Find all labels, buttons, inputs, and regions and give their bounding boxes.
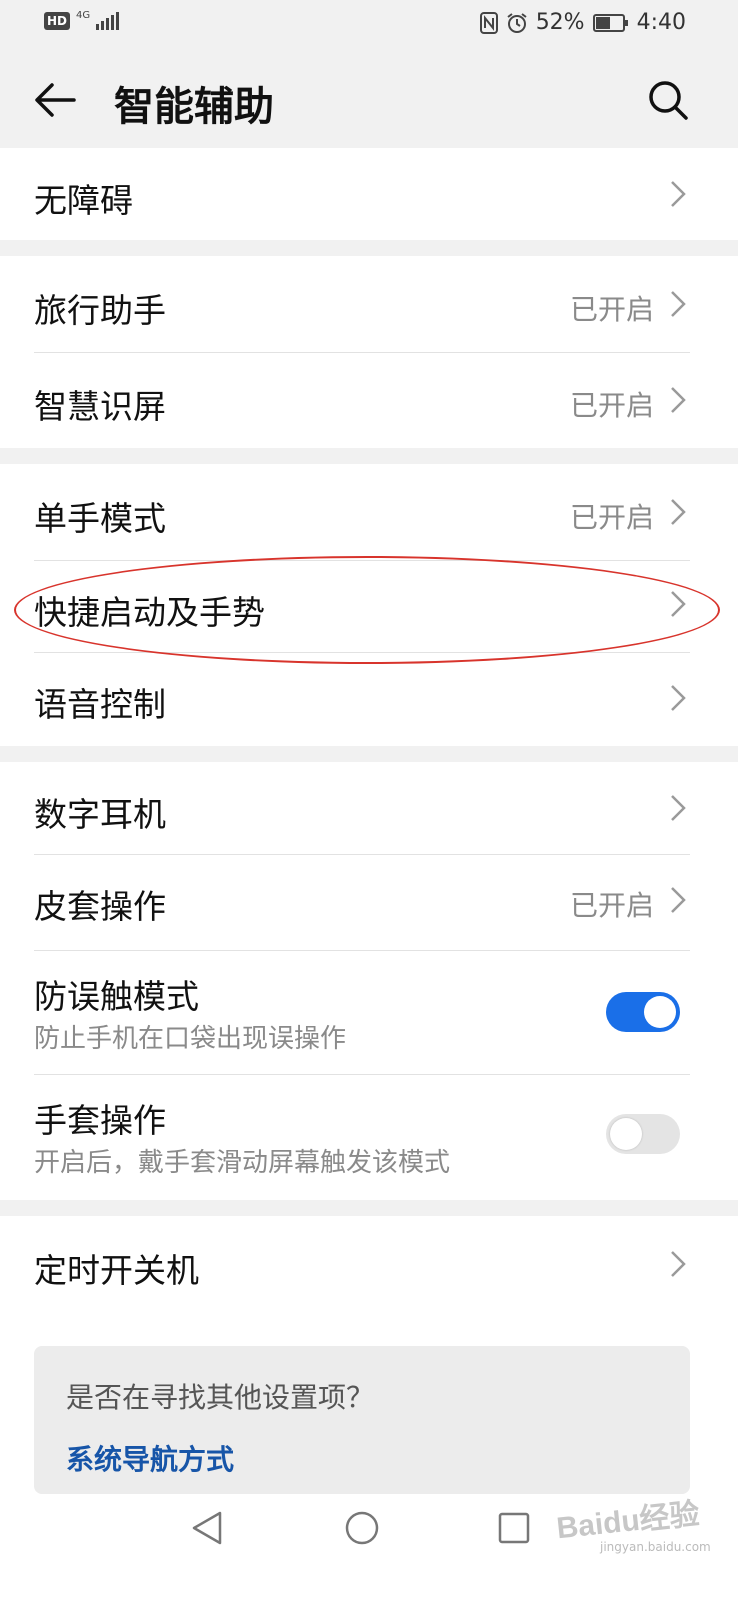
signal-icon [96,12,120,30]
clock: 4:40 [636,10,686,35]
settings-row-one-hand-mode[interactable]: 单手模式 已开启 [0,464,738,560]
accidental-touch-toggle[interactable] [606,992,680,1032]
row-label: 无障碍 [34,181,133,220]
nfc-icon [479,11,498,34]
settings-row-scheduled-power[interactable]: 定时开关机 [0,1216,738,1312]
nav-recent-apps-icon[interactable] [498,1512,530,1544]
watermark-site: jingyan.baidu.com [600,1540,711,1554]
settings-group-accessibility: 无障碍 [0,148,738,240]
hd-badge: HD [44,12,71,30]
row-label: 手套操作 [34,1101,166,1140]
settings-row-glove-mode[interactable]: 手套操作 开启后，戴手套滑动屏幕触发该模式 [0,1074,738,1200]
app-header: 智能辅助 [0,52,738,148]
settings-group-hardware: 数字耳机 皮套操作 已开启 防误触模式 防止手机在口袋出现误操作 手套操作 开启… [0,762,738,1200]
settings-row-cover-operation[interactable]: 皮套操作 已开启 [0,854,738,950]
row-label: 单手模式 [34,499,166,538]
row-status: 已开启 [569,389,654,422]
nav-home-icon[interactable] [344,1510,380,1546]
settings-row-voice-control[interactable]: 语音控制 [0,652,738,746]
status-right: 52% 4:40 [479,10,686,35]
battery-icon [592,13,628,32]
row-status: 已开启 [569,501,654,534]
settings-row-accidental-touch[interactable]: 防误触模式 防止手机在口袋出现误操作 [0,950,738,1074]
suggestion-card: 是否在寻找其他设置项？ 系统导航方式 [34,1346,690,1494]
row-label: 智慧识屏 [34,387,166,426]
row-subtitle: 防止手机在口袋出现误操作 [34,1024,347,1054]
row-subtitle: 开启后，戴手套滑动屏幕触发该模式 [34,1148,451,1178]
row-label: 防误触模式 [34,977,199,1016]
chevron-right-icon [671,499,686,525]
row-label: 语音控制 [34,685,166,724]
settings-group-smart: 旅行助手 已开启 智慧识屏 已开启 [0,256,738,448]
page-title: 智能辅助 [114,84,274,130]
nav-back-icon[interactable] [190,1510,224,1546]
suggestion-link[interactable]: 系统导航方式 [66,1438,234,1478]
status-bar: HD 4G 52% 4:40 [0,0,738,52]
back-arrow-icon[interactable] [32,80,78,120]
row-label: 数字耳机 [34,795,166,834]
chevron-right-icon [671,387,686,413]
battery-percent: 52% [535,10,585,35]
annotation-ellipse [14,556,720,664]
settings-row-accessibility[interactable]: 无障碍 [0,148,738,240]
chevron-right-icon [671,795,686,821]
status-left: HD 4G [44,9,120,30]
chevron-right-icon [671,887,686,913]
chevron-right-icon [671,291,686,317]
chevron-right-icon [671,181,686,207]
row-status: 已开启 [569,293,654,326]
settings-row-digital-headset[interactable]: 数字耳机 [0,762,738,854]
row-label: 定时开关机 [34,1251,199,1290]
chevron-right-icon [671,685,686,711]
alarm-icon [507,12,527,33]
chevron-right-icon [671,1251,686,1277]
settings-row-travel-assistant[interactable]: 旅行助手 已开启 [0,256,738,352]
row-label: 皮套操作 [34,887,166,926]
search-icon[interactable] [646,78,690,122]
glove-mode-toggle[interactable] [606,1114,680,1154]
settings-row-screen-recognition[interactable]: 智慧识屏 已开启 [0,352,738,448]
suggestion-question: 是否在寻找其他设置项？ [66,1381,375,1414]
row-label: 旅行助手 [34,291,166,330]
network-type: 4G [76,9,91,21]
row-status: 已开启 [569,889,654,922]
